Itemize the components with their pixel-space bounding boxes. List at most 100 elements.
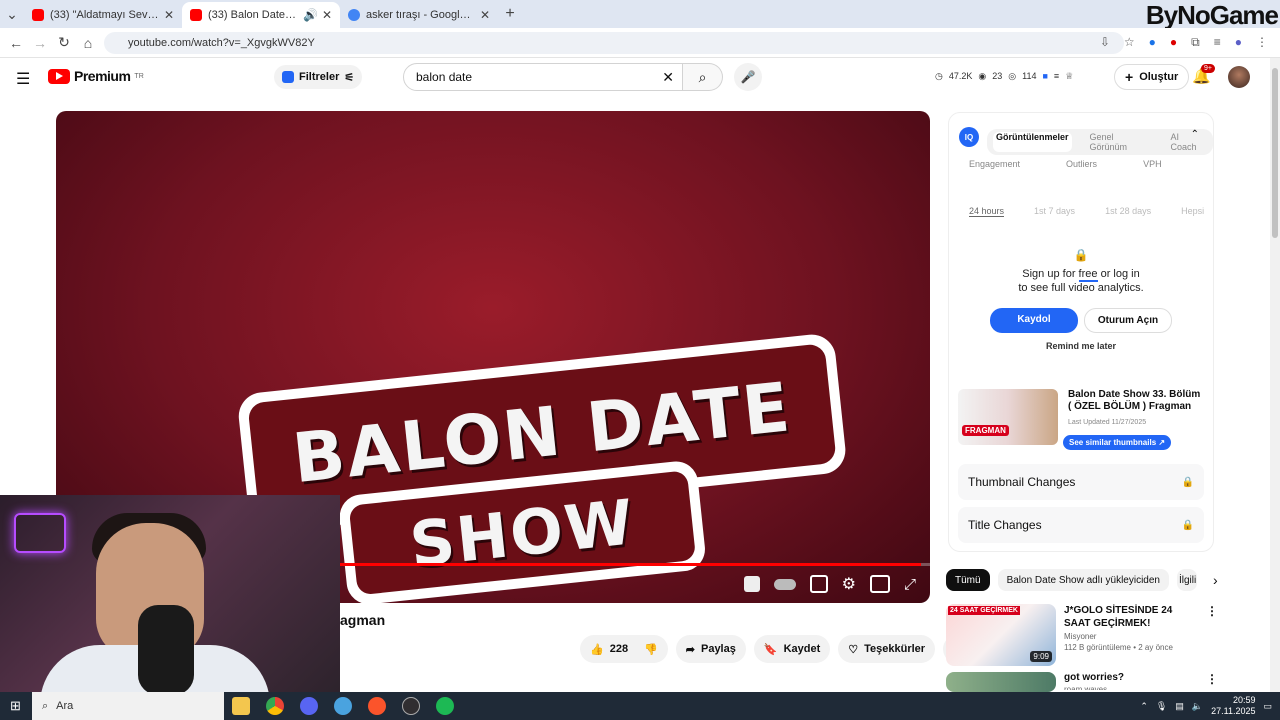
rec-more-icon[interactable]: ⋮ xyxy=(1206,604,1218,666)
range-7d[interactable]: 1st 7 days xyxy=(1034,206,1075,217)
home-icon[interactable]: ⌂ xyxy=(76,35,100,51)
windows-start-icon[interactable]: ⊞ xyxy=(10,698,21,714)
share-button[interactable]: ➦ Paylaş xyxy=(675,635,746,663)
youtube-favicon-icon xyxy=(190,9,202,21)
range-24h[interactable]: 24 hours xyxy=(969,206,1005,217)
tab-views[interactable]: Görüntülenmeler xyxy=(993,132,1072,152)
title-changes-row[interactable]: Title Changes 🔒 xyxy=(958,507,1204,543)
bookmark-star-icon[interactable]: ☆ xyxy=(1124,35,1135,50)
search-button[interactable]: ⌕ xyxy=(683,63,723,91)
profile-avatar-icon[interactable]: ● xyxy=(1235,35,1242,50)
forward-arrow-icon[interactable]: → xyxy=(28,35,52,51)
search-input[interactable]: balon date ✕ xyxy=(403,63,683,91)
network-icon[interactable]: ▤ xyxy=(1175,701,1184,712)
dislike-icon[interactable]: 👎 xyxy=(644,643,658,656)
remind-later-link[interactable]: Remind me later xyxy=(978,341,1184,351)
rec-title[interactable]: got worries? xyxy=(1064,672,1198,683)
youtube-logo[interactable]: Premium TR xyxy=(48,68,144,84)
audio-icon[interactable]: 🔊 xyxy=(303,8,318,22)
media-control-icon[interactable]: ≡ xyxy=(1214,35,1221,50)
range-all[interactable]: Hepsi xyxy=(1181,206,1204,217)
iq-icon[interactable]: ■ xyxy=(1042,71,1047,82)
autoplay-toggle[interactable] xyxy=(773,578,796,590)
reload-icon[interactable]: ↻ xyxy=(52,34,76,51)
rec-thumbnail[interactable]: 24 SAAT GEÇİRMEK 9:09 xyxy=(946,604,1056,666)
rec-title[interactable]: J*GOLO SİTESİNDE 24 SAAT GEÇİRMEK! xyxy=(1064,604,1198,630)
tray-chevron-icon[interactable]: ⌃ xyxy=(1140,701,1148,712)
mic-tray-icon[interactable]: 🎙 xyxy=(1156,701,1167,712)
like-button[interactable]: 👍 228 👎 xyxy=(580,635,668,663)
recommended-item[interactable]: got worries? roam waves ⋮ xyxy=(946,672,1218,692)
rec-channel[interactable]: roam waves xyxy=(1064,685,1198,690)
extensions-puzzle-icon[interactable]: ⧉ xyxy=(1191,35,1200,50)
browser-tab-1[interactable]: (33) "Aldatmayı Seviyorum" | G ✕ xyxy=(24,2,182,28)
rec-channel[interactable]: Misyoner xyxy=(1064,632,1198,641)
rec-more-icon[interactable]: ⋮ xyxy=(1206,672,1218,692)
range-28d[interactable]: 1st 28 days xyxy=(1105,206,1151,217)
extension-icon[interactable]: ● xyxy=(1149,35,1156,50)
card-thumbnail[interactable]: FRAGMAN xyxy=(958,389,1058,445)
close-tab-icon[interactable]: ✕ xyxy=(322,8,332,22)
fullscreen-icon[interactable]: ⤢ xyxy=(904,576,916,593)
settings-gear-icon[interactable]: ⚙ xyxy=(842,574,856,594)
brave-icon[interactable] xyxy=(368,697,386,715)
discord-icon[interactable] xyxy=(300,697,318,715)
recommended-item[interactable]: 24 SAAT GEÇİRMEK 9:09 J*GOLO SİTESİNDE 2… xyxy=(946,604,1218,666)
adblock-extension-icon[interactable]: ● xyxy=(1170,35,1177,50)
hamburger-menu-icon[interactable]: ☰ xyxy=(16,69,30,89)
trophy-icon[interactable]: ♕ xyxy=(1065,71,1073,82)
subtitles-icon[interactable] xyxy=(809,575,828,593)
clear-search-icon[interactable]: ✕ xyxy=(662,69,674,86)
chip-uploader[interactable]: Balon Date Show adlı yükleyiciden xyxy=(997,569,1169,591)
voice-search-button[interactable]: 🎤 xyxy=(734,63,762,91)
queue-icon[interactable]: ≡ xyxy=(1054,71,1059,82)
login-button[interactable]: Oturum Açın xyxy=(1084,308,1172,333)
browser-tab-2[interactable]: (33) Balon Date Show 33. B 🔊 ✕ xyxy=(182,2,340,28)
browser-menu-icon[interactable]: ⋮ xyxy=(1256,35,1268,50)
clock-date[interactable]: 27.11.2025 xyxy=(1211,706,1255,717)
tab-overview[interactable]: Genel Görünüm xyxy=(1090,132,1153,152)
volume-icon[interactable]: 🔈 xyxy=(1192,701,1203,712)
browser-tab-3[interactable]: asker tıraşı - Google'da Ara ✕ xyxy=(340,2,498,28)
iq-player-icon[interactable] xyxy=(743,576,760,592)
app-icon[interactable] xyxy=(334,697,352,715)
obs-icon[interactable] xyxy=(402,697,420,715)
stat-right: 114 xyxy=(1022,71,1037,81)
rec-thumbnail[interactable] xyxy=(946,672,1056,692)
url-omnibox[interactable]: youtube.com/watch?v=_XgvgkWV82Y xyxy=(104,32,1124,54)
similar-thumbnails-button[interactable]: See similar thumbnails ↗ xyxy=(1063,435,1172,450)
back-arrow-icon[interactable]: ← xyxy=(4,35,28,51)
webcam-overlay xyxy=(0,495,340,692)
signup-button[interactable]: Kaydol xyxy=(990,308,1078,333)
related-chips: Tümü Balon Date Show adlı yükleyiciden İ… xyxy=(946,569,1218,591)
thumbnail-changes-row[interactable]: Thumbnail Changes 🔒 xyxy=(958,464,1204,500)
create-button[interactable]: + Oluştur xyxy=(1114,64,1190,90)
notifications-button[interactable]: 🔔 9+ xyxy=(1192,64,1215,85)
taskbar-search[interactable]: ⌕ Ara xyxy=(32,692,224,720)
thanks-button[interactable]: ♡ Teşekkürler xyxy=(838,635,936,663)
theater-mode-icon[interactable] xyxy=(869,575,890,593)
chrome-icon[interactable] xyxy=(266,697,284,715)
tab-list-chevron-icon[interactable]: ⌄ xyxy=(0,6,24,23)
save-button[interactable]: 🔖 Kaydet xyxy=(753,635,831,663)
new-tab-button[interactable]: + xyxy=(498,5,522,23)
chip-all[interactable]: Tümü xyxy=(946,569,990,591)
close-tab-icon[interactable]: ✕ xyxy=(480,8,490,22)
account-avatar[interactable] xyxy=(1228,66,1250,88)
install-app-icon[interactable]: ⇩ xyxy=(1100,35,1110,50)
file-explorer-icon[interactable] xyxy=(232,697,250,715)
filters-button[interactable]: Filtreler ⚟ xyxy=(274,65,363,89)
notification-center-icon[interactable]: ▭ xyxy=(1263,701,1272,712)
free-link[interactable]: free xyxy=(1078,268,1098,282)
tab-ai-coach[interactable]: AI Coach xyxy=(1171,132,1207,152)
chip-related[interactable]: İlgili xyxy=(1177,569,1197,591)
search-icon: ⌕ xyxy=(698,68,707,85)
sliders-icon: ⚟ xyxy=(344,71,355,84)
spotify-icon[interactable] xyxy=(436,697,454,715)
clock-time[interactable]: 20:59 xyxy=(1211,695,1256,706)
youtube-play-icon xyxy=(48,68,70,84)
collapse-chevron-icon[interactable]: ⌃ xyxy=(1191,129,1199,140)
close-tab-icon[interactable]: ✕ xyxy=(164,8,174,22)
page-scrollbar[interactable] xyxy=(1270,58,1280,692)
chips-next-chevron-icon[interactable]: › xyxy=(1213,572,1218,588)
